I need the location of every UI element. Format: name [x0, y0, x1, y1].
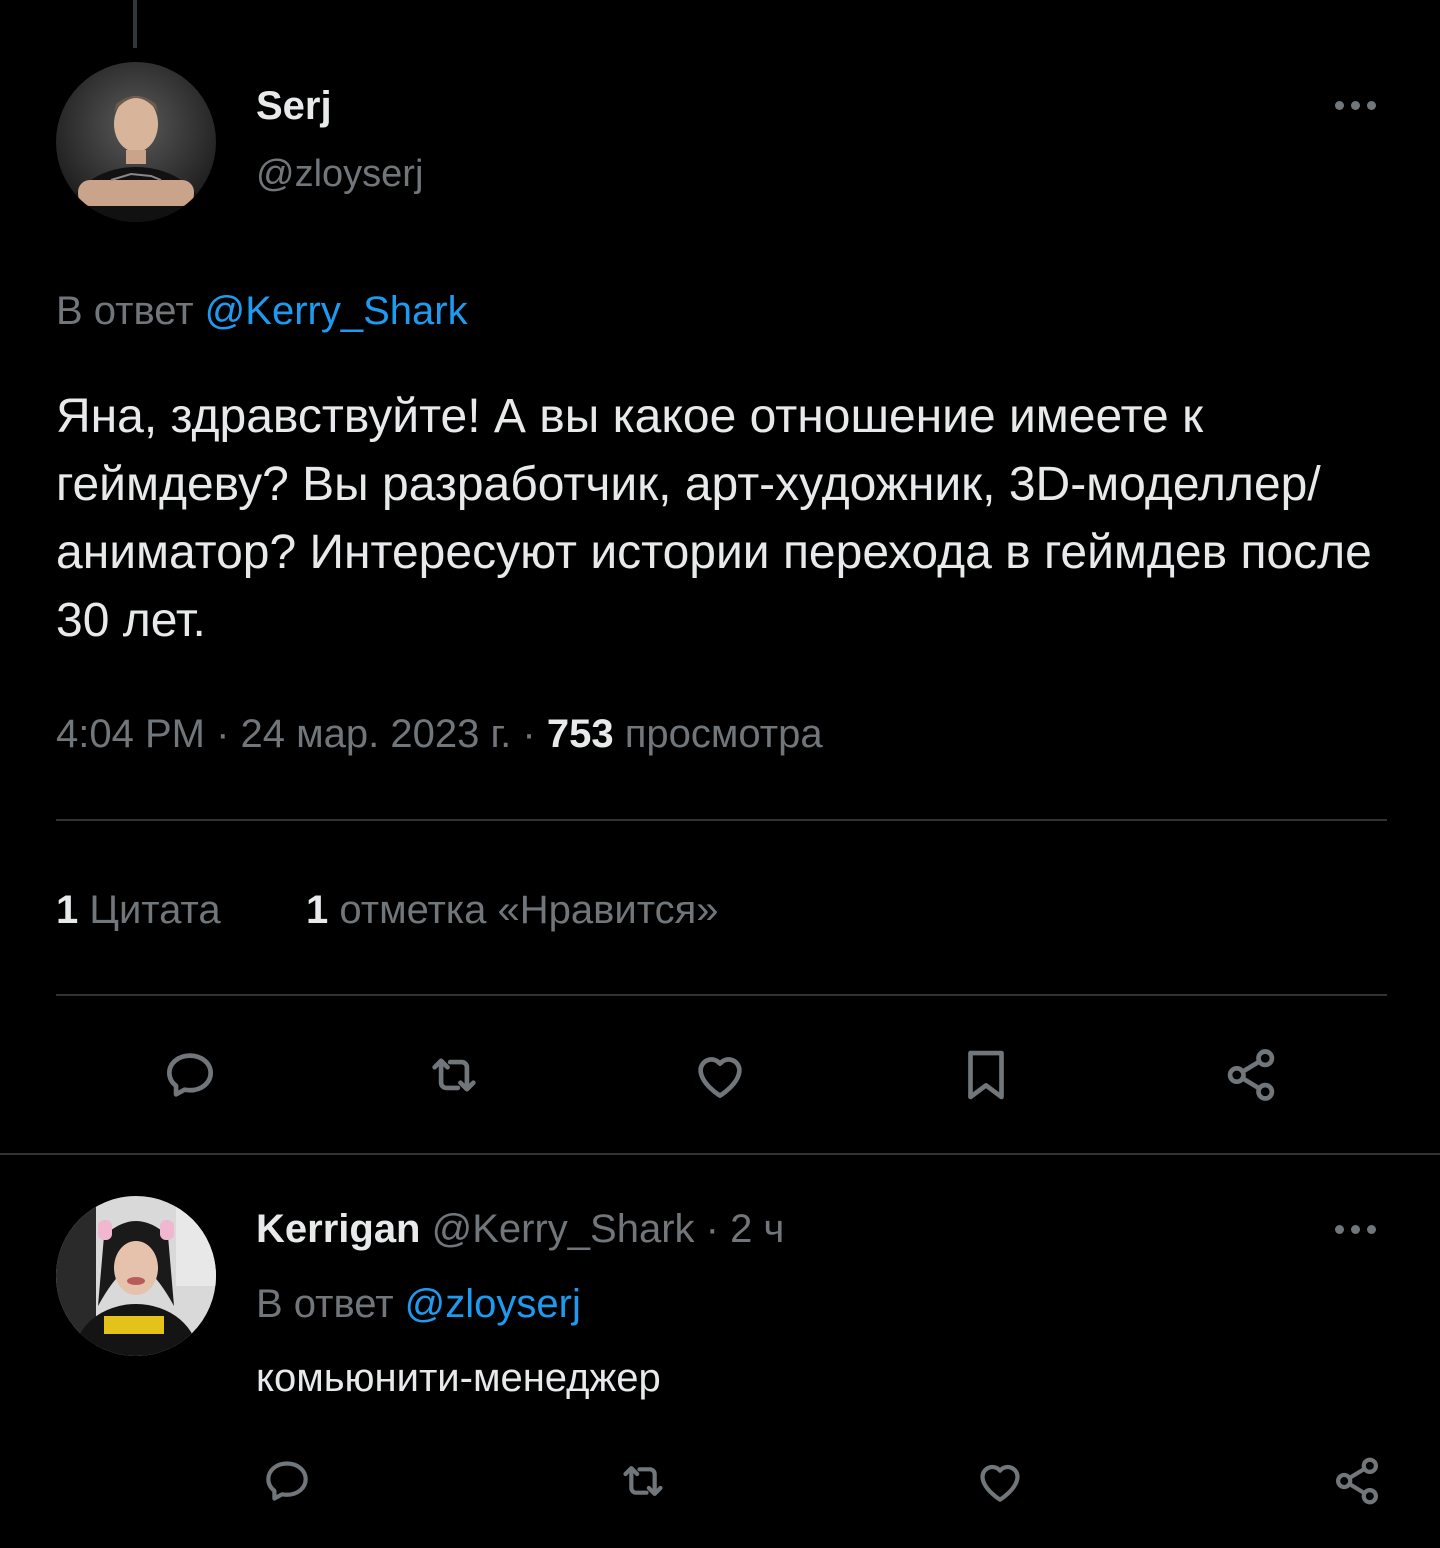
reply-prefix: В ответ [256, 1282, 394, 1326]
like-button[interactable] [965, 1446, 1035, 1516]
like-icon [698, 1057, 742, 1098]
retweet-button[interactable] [608, 1446, 678, 1516]
quotes-label: Цитата [89, 888, 221, 932]
reply-header: Kerrigan @Kerry_Shark · 2 ч [256, 1203, 784, 1255]
reply-context: В ответ @Kerry_Shark [56, 286, 468, 336]
tweet-time[interactable]: 2 ч [730, 1207, 784, 1251]
avatar-image [56, 1196, 216, 1356]
meta-separator: · [705, 1207, 719, 1251]
quotes-count: 1 [56, 888, 79, 932]
likes-count: 1 [306, 888, 329, 932]
meta-separator: · [522, 712, 536, 756]
tweet-separator [0, 1153, 1440, 1155]
bookmark-icon [968, 1050, 1004, 1100]
tweet-meta: 4:04 PM · 24 мар. 2023 г. · 753 просмотр… [56, 708, 823, 760]
tweet-date[interactable]: 24 мар. 2023 г. [241, 712, 512, 756]
reply-icon [167, 1053, 213, 1097]
author-handle[interactable]: @zloyserj [256, 150, 423, 198]
retweet-button[interactable] [419, 1040, 489, 1110]
like-button[interactable] [685, 1040, 755, 1110]
tweet-time[interactable]: 4:04 PM [56, 712, 205, 756]
more-options-icon[interactable] [1335, 101, 1376, 110]
tweet-text: комьюнити-менеджер [256, 1356, 661, 1400]
tweet-text: Яна, здравствуйте! А вы какое отношение … [56, 390, 1372, 647]
retweet-icon [623, 1466, 663, 1496]
share-icon [1227, 1049, 1275, 1101]
author-name[interactable]: Serj [256, 82, 332, 130]
author-handle[interactable]: @Kerry_Shark [432, 1207, 695, 1251]
more-options-icon[interactable] [1335, 1225, 1376, 1234]
likes-stat[interactable]: 1 отметка «Нравится» [306, 884, 719, 936]
reply-to-link[interactable]: @zloyserj [405, 1282, 581, 1326]
like-icon [980, 1464, 1020, 1502]
likes-label: отметка «Нравится» [339, 888, 719, 932]
reply-button[interactable] [155, 1040, 225, 1110]
reply-button[interactable] [252, 1446, 322, 1516]
avatar[interactable] [56, 1196, 216, 1356]
share-button[interactable] [1216, 1040, 1286, 1110]
avatar-image [56, 62, 216, 222]
share-button[interactable] [1322, 1446, 1392, 1516]
reply-context: В ответ @zloyserj [256, 1278, 581, 1330]
meta-separator: · [216, 712, 230, 756]
quotes-stat[interactable]: 1 Цитата [56, 884, 221, 936]
author-name[interactable]: Kerrigan [256, 1207, 421, 1251]
divider [56, 819, 1387, 821]
views-count: 753 [546, 712, 614, 756]
reply-to-link[interactable]: @Kerry_Shark [205, 289, 468, 333]
avatar[interactable] [56, 62, 216, 222]
bookmark-button[interactable] [951, 1040, 1021, 1110]
views-label: просмотра [624, 712, 823, 756]
share-icon [1336, 1457, 1378, 1505]
retweet-icon [432, 1058, 476, 1092]
reply-prefix: В ответ [56, 289, 194, 333]
thread-connector-line [133, 0, 137, 48]
reply-icon [266, 1461, 308, 1501]
divider [56, 994, 1387, 996]
